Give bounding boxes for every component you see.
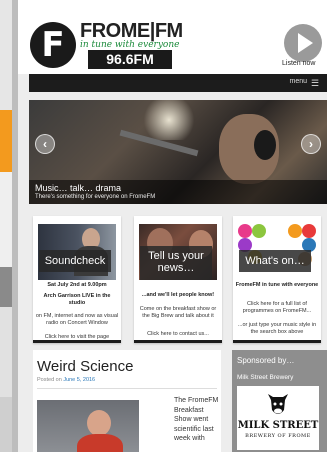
hero-slider: ‹ › Music… talk… drama There's something… [29,100,327,204]
sponsor-logo-title: MILK STREET [237,420,319,431]
card-title: Soundcheck [39,250,111,272]
post-image[interactable] [37,400,139,452]
blog-post: Weird Science Posted on June 5, 2016 The… [33,350,221,452]
card-lead-text: Arch Garrison LIVE in the studio [43,293,111,306]
post-image-shirt [77,434,123,452]
site-container: F FROME|FM in tune with everyone 96.6FM … [18,0,327,452]
slider-caption-title: Music… talk… drama [35,183,122,193]
sponsor-widget: Sponsored by… Milk Street Brewery MILK S… [232,350,327,452]
site-logo[interactable]: F [30,22,76,68]
post-title[interactable]: Weird Science [37,358,133,375]
card-bottom-bar [33,340,121,343]
sponsor-heading: Sponsored by… [237,356,295,365]
post-date-link[interactable]: June 5, 2016 [63,377,95,383]
slider-image-light [139,100,199,140]
card-title: Tell us your news… [140,246,212,280]
post-image-person [87,410,111,436]
sponsor-logo[interactable]: MILK STREET BREWERY OF FROME [237,386,319,450]
card-link[interactable]: ...or just type your music style in the … [235,322,319,336]
left-edge-strip [0,397,12,452]
card-body: Come on the breakfast show or the Big Br… [139,306,217,319]
left-edge-strip [0,0,12,110]
slider-next-arrow-icon[interactable]: › [301,134,321,154]
left-edge-strip [0,172,12,267]
brand-tagline: in tune with everyone [80,40,180,50]
card-lead: FromeFM in tune with everyone [235,282,319,288]
listen-now-link[interactable]: Listen now [282,60,315,67]
card-link[interactable]: Click here to contact us... [136,331,220,338]
post-excerpt: The FromeFM Breakfast Show went scientif… [174,397,219,443]
menu-button-label[interactable]: menu [289,78,307,85]
play-icon[interactable] [284,24,322,62]
left-edge-strip [0,267,12,307]
left-edge-strip [0,307,12,397]
post-meta: Posted on June 5, 2016 [37,377,95,383]
feature-card-whats-on[interactable]: What's on… FromeFM in tune with everyone… [233,216,321,343]
card-lead: Arch Garrison LIVE in the studio [35,293,119,307]
slider-caption: Music… talk… drama There's something for… [29,180,327,204]
slider-prev-arrow-icon[interactable]: ‹ [35,134,55,154]
card-bottom-bar [134,340,222,343]
cow-icon [268,394,288,414]
slider-caption-subtitle: There's something for everyone on FromeF… [35,194,156,200]
card-title: What's on… [239,250,311,272]
sponsor-logo-subtitle: BREWERY OF FROME [245,433,311,439]
hamburger-icon[interactable]: ☰ [311,79,321,88]
sponsor-name: Milk Street Brewery [237,374,294,381]
card-body: Click here for a full list of programmes… [242,301,312,314]
frequency-badge: 96.6FM [88,50,172,69]
slider-image-headphones [254,130,276,160]
logo-letter: F [41,25,65,65]
card-date: Sat July 2nd at 9.00pm [47,282,107,288]
site-header: F FROME|FM in tune with everyone 96.6FM … [18,0,327,74]
menu-bar: menu ☰ [29,74,327,92]
card-body: on FM, internet and now as visual radio … [35,313,119,326]
left-edge-accent [0,110,12,172]
divider [37,388,217,389]
card-bottom-bar [233,340,321,343]
post-meta-prefix: Posted on [37,377,62,383]
card-lead: ...and we'll let people know! [141,292,215,298]
feature-card-news[interactable]: Tell us your news… ...and we'll let peop… [134,216,222,343]
feature-card-soundcheck[interactable]: Soundcheck Sat July 2nd at 9.00pm Arch G… [33,216,121,343]
